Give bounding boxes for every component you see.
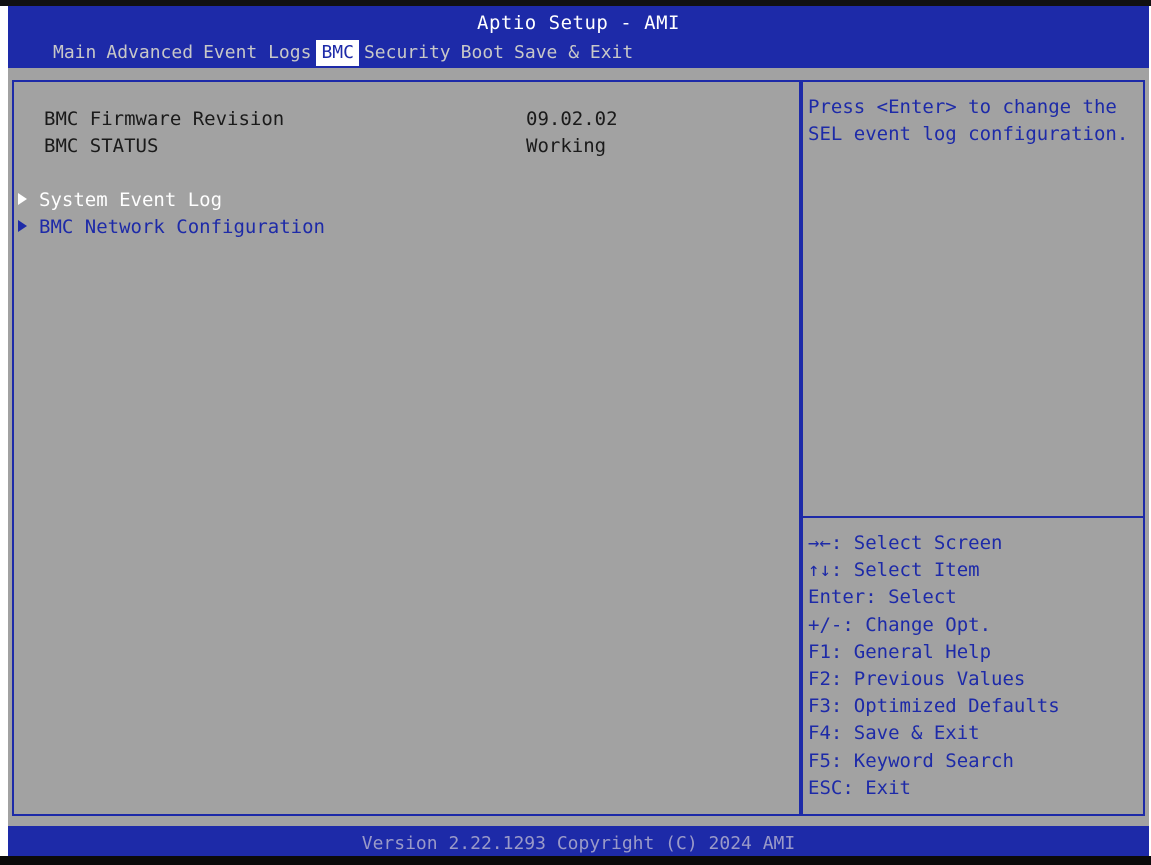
firmware-revision-value: 09.02.02 [526, 108, 618, 130]
key-previous-values: F2: Previous Values [808, 667, 1026, 690]
tab-security[interactable]: Security [359, 40, 456, 66]
key-enter-select: Enter: Select [808, 586, 957, 609]
help-divider [803, 516, 1143, 518]
key-general-help: F1: General Help [808, 640, 992, 663]
key-optimized-defaults: F3: Optimized Defaults [808, 695, 1060, 718]
bottom-border [0, 856, 1151, 865]
tab-save-exit[interactable]: Save & Exit [509, 40, 638, 66]
tab-bar: Main Advanced Event Logs BMC Security Bo… [48, 40, 638, 66]
key-esc-exit: ESC: Exit [808, 776, 911, 799]
tab-advanced[interactable]: Advanced [101, 40, 198, 66]
settings-panel: BMC Firmware Revision 09.02.02 BMC STATU… [12, 80, 801, 816]
submenu-system-event-log[interactable]: System Event Log [18, 187, 222, 213]
key-save-exit: F4: Save & Exit [808, 722, 980, 745]
bmc-status-label: BMC STATUS [44, 135, 159, 157]
key-legend: →←: Select Screen ↑↓: Select Item Enter:… [808, 530, 1138, 802]
submenu-arrow-icon [18, 193, 27, 205]
tab-boot[interactable]: Boot [456, 40, 509, 66]
tab-bmc[interactable]: BMC [316, 40, 359, 66]
help-panel: Press <Enter> to change the SEL event lo… [801, 80, 1145, 816]
key-change-opt: +/-: Change Opt. [808, 613, 992, 636]
help-description: Press <Enter> to change the SEL event lo… [808, 96, 1129, 145]
submenu-bmc-network-configuration[interactable]: BMC Network Configuration [18, 214, 325, 240]
firmware-revision-label: BMC Firmware Revision [44, 108, 285, 130]
tab-event-logs[interactable]: Event Logs [198, 40, 316, 66]
key-keyword-search: F5: Keyword Search [808, 749, 1014, 772]
app-title: Aptio Setup - AMI [477, 12, 680, 34]
key-select-item: ↑↓: Select Item [808, 559, 980, 582]
main-area: BMC Firmware Revision 09.02.02 BMC STATU… [8, 68, 1149, 826]
submenu-arrow-icon [18, 220, 27, 232]
key-select-screen: →←: Select Screen [808, 532, 1003, 554]
version-footer: Version 2.22.1293 Copyright (C) 2024 AMI [8, 826, 1149, 856]
bmc-status-value: Working [526, 135, 607, 157]
submenu-label: System Event Log [39, 189, 223, 211]
tab-main[interactable]: Main [48, 40, 101, 66]
setup-header: Aptio Setup - AMI Main Advanced Event Lo… [8, 6, 1149, 68]
submenu-label: BMC Network Configuration [39, 216, 325, 238]
